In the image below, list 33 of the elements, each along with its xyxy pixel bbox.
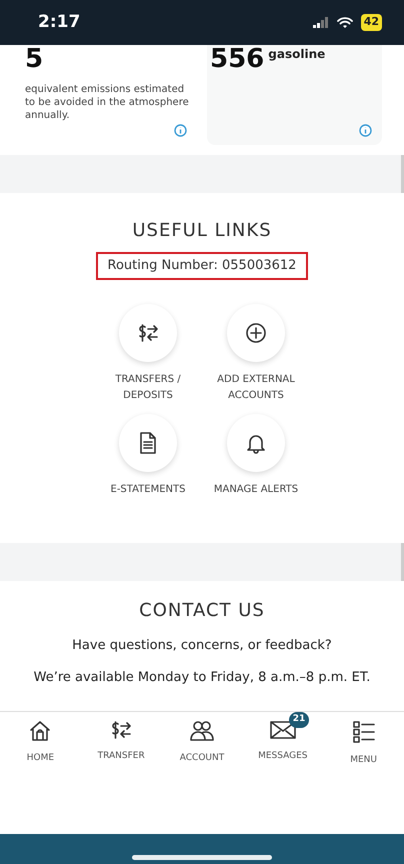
status-time: 2:17 [38, 10, 80, 34]
signal-icon [312, 17, 329, 28]
info-icon[interactable] [174, 124, 187, 137]
nav-tab[interactable]: ACCOUNT [162, 712, 242, 768]
quick-link[interactable]: MANAGE ALERTS [204, 414, 308, 498]
impact-value: 556 [210, 45, 264, 75]
nav-tab[interactable]: HOME [0, 712, 81, 768]
section-title: USEFUL LINKS [132, 219, 272, 243]
add-circle-icon [245, 322, 267, 344]
impact-description: equivalent emissions estimated to be avoided in the atmosphere annually. [25, 82, 190, 122]
people-icon [188, 720, 215, 742]
contact-hours: We’re available Monday to Friday, 8 a.m.–8 p.m. ET. [34, 668, 370, 686]
section-title: CONTACT US [139, 599, 265, 623]
quick-link[interactable]: ADD EXTERNAL ACCOUNTS [204, 304, 308, 404]
document-icon [139, 432, 157, 454]
nav-tab[interactable]: 21 MESSAGES [242, 712, 324, 768]
nav-tab[interactable]: TRANSFER [80, 712, 162, 768]
transfer-icon [137, 322, 159, 342]
contact-question: Have questions, concerns, or feedback? [72, 637, 332, 655]
routing-number: Routing Number: 055003612 [96, 252, 308, 280]
transfer-icon [110, 720, 132, 740]
home-icon [29, 720, 52, 742]
info-icon[interactable] [359, 124, 372, 137]
nav-tab[interactable]: MENU [323, 712, 404, 768]
mail-icon [268, 720, 297, 740]
impact-value: 5 [25, 45, 44, 75]
quick-link[interactable]: E-STATEMENTS [96, 414, 200, 498]
battery-level: 42 [360, 14, 382, 31]
quick-link[interactable]: TRANSFERS / DEPOSITS [96, 304, 200, 404]
wifi-icon [336, 16, 353, 28]
unread-count-badge: 21 [288, 712, 310, 728]
impact-unit: gasoline [268, 46, 326, 63]
list-icon [352, 720, 376, 744]
